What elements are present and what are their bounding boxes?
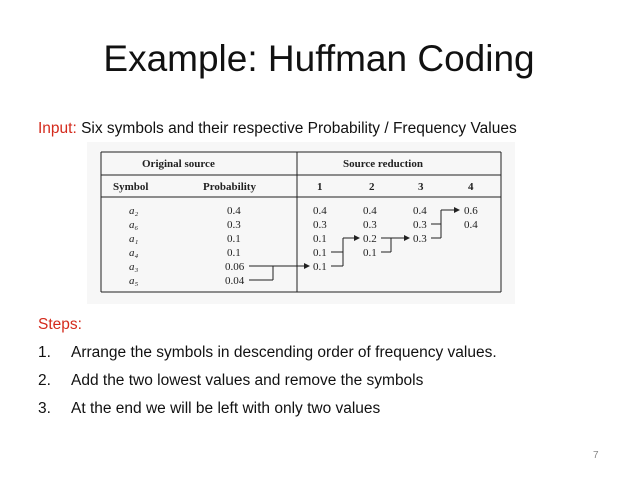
cell-r2: 0.1 bbox=[363, 247, 377, 259]
page-number: 7 bbox=[593, 450, 599, 461]
slide-title: Example: Huffman Coding bbox=[103, 38, 535, 79]
step-item: 1. Arrange the symbols in descending orde… bbox=[38, 344, 497, 362]
col-header-probability: Probability bbox=[203, 181, 256, 193]
step-number: 2. bbox=[38, 372, 51, 389]
cell-symbol: a₄ bbox=[129, 247, 139, 259]
step-item: 2. Add the two lowest values and remove t… bbox=[38, 372, 423, 390]
cell-r4: 0.4 bbox=[464, 219, 478, 231]
cell-symbol: a₆ bbox=[129, 219, 139, 231]
step-number: 1. bbox=[38, 344, 51, 361]
cell-probability: 0.3 bbox=[227, 219, 241, 231]
huffman-table: Original source Source reduction Symbol … bbox=[87, 142, 515, 304]
col-header-r1: 1 bbox=[317, 181, 323, 193]
cell-r1: 0.1 bbox=[313, 233, 327, 245]
cell-probability: 0.4 bbox=[227, 205, 241, 217]
cell-r2: 0.3 bbox=[363, 219, 377, 231]
input-label: Input: bbox=[38, 120, 77, 137]
cell-r2: 0.2 bbox=[363, 233, 377, 245]
cell-r1: 0.1 bbox=[313, 247, 327, 259]
cell-r3: 0.3 bbox=[413, 219, 427, 231]
step-text: At the end we will be left with only two… bbox=[71, 400, 381, 417]
cell-r1: 0.1 bbox=[313, 261, 327, 273]
cell-symbol: a₅ bbox=[129, 275, 139, 287]
cell-r4: 0.6 bbox=[464, 205, 478, 217]
step-number: 3. bbox=[38, 400, 51, 417]
cell-probability: 0.1 bbox=[227, 247, 241, 259]
col-header-r4: 4 bbox=[468, 181, 474, 193]
cell-symbol: a₂ bbox=[129, 205, 139, 217]
cell-probability: 0.1 bbox=[227, 233, 241, 245]
cell-symbol: a₃ bbox=[129, 261, 139, 273]
cell-r3: 0.4 bbox=[413, 205, 427, 217]
steps-label: Steps: bbox=[38, 316, 82, 333]
cell-probability: 0.04 bbox=[225, 275, 245, 287]
input-text: Six symbols and their respective Probabi… bbox=[81, 120, 517, 137]
cell-probability: 0.06 bbox=[225, 261, 245, 273]
cell-symbol: a₁ bbox=[129, 233, 139, 245]
group-header-original: Original source bbox=[142, 158, 215, 170]
step-item: 3. At the end we will be left with only t… bbox=[38, 400, 380, 418]
input-line: Input: Six symbols and their respective … bbox=[38, 120, 517, 138]
cell-r1: 0.4 bbox=[313, 205, 327, 217]
cell-r1: 0.3 bbox=[313, 219, 327, 231]
cell-r2: 0.4 bbox=[363, 205, 377, 217]
col-header-r2: 2 bbox=[369, 181, 375, 193]
group-header-reduction: Source reduction bbox=[343, 158, 423, 170]
step-text: Arrange the symbols in descending order … bbox=[71, 344, 497, 361]
col-header-r3: 3 bbox=[418, 181, 424, 193]
col-header-symbol: Symbol bbox=[113, 181, 148, 193]
step-text: Add the two lowest values and remove the… bbox=[71, 372, 424, 389]
cell-r3: 0.3 bbox=[413, 233, 427, 245]
